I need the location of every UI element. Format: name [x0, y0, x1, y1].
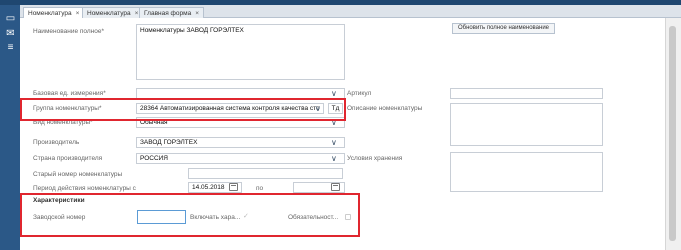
manufacturer-select[interactable]: ЗАВОД ГОРЭЛТЕХ	[136, 137, 345, 148]
storage-label: Условия хранения	[347, 155, 403, 162]
full-name-label: Наименование полное*	[33, 28, 104, 35]
calendar-icon[interactable]	[331, 183, 340, 191]
article-label: Артикул	[347, 90, 372, 97]
folder-icon[interactable]: ▭	[5, 14, 16, 24]
period-to-label: по	[256, 185, 264, 192]
base-unit-label: Базовая ед. измерения*	[33, 90, 106, 97]
left-sidebar: ▭ ✉ ≡	[0, 5, 20, 250]
close-icon[interactable]: ×	[135, 10, 139, 17]
tab-label: Номенклатура	[28, 10, 72, 17]
description-field[interactable]	[450, 103, 603, 146]
highlight-group-field	[20, 98, 346, 121]
chevron-down-icon[interactable]: ∨	[331, 89, 337, 98]
tab-label: Главная форма	[144, 10, 192, 17]
country-select[interactable]: РОССИЯ	[136, 153, 345, 164]
tab-strip: Номенклатура × Номенклатура × Главная форм…	[20, 5, 681, 19]
period-label: Период действия номенклатуры с	[33, 185, 136, 192]
description-label: Описание номенклатуры	[347, 105, 423, 112]
article-field[interactable]	[450, 88, 603, 99]
update-full-name-button[interactable]: Обновить полное наименование	[452, 23, 556, 34]
scrollbar-thumb[interactable]	[669, 26, 676, 241]
old-number-label: Старый номер номенклатуры	[33, 171, 123, 178]
storage-field[interactable]	[450, 152, 603, 192]
highlight-characteristics	[20, 193, 360, 237]
old-number-field[interactable]	[188, 168, 343, 179]
tab-nomenclature[interactable]: Номенклатура ×	[82, 7, 144, 18]
calendar-icon[interactable]	[229, 183, 238, 191]
close-icon[interactable]: ×	[76, 10, 80, 17]
chevron-down-icon[interactable]: ∨	[331, 154, 337, 163]
chevron-down-icon[interactable]: ∨	[331, 138, 337, 147]
list-icon[interactable]: ≡	[5, 43, 16, 53]
manufacturer-label: Производитель	[33, 139, 80, 146]
full-name-field[interactable]: Номенклатуры ЗАВОД ГОРЭЛТЕХ	[136, 24, 345, 80]
tab-main-form[interactable]: Главная форма ×	[139, 7, 205, 18]
mail-icon[interactable]: ✉	[5, 29, 16, 39]
tab-label: Номенклатура	[87, 10, 131, 17]
close-icon[interactable]: ×	[195, 10, 199, 17]
country-label: Страна производителя	[33, 155, 103, 162]
